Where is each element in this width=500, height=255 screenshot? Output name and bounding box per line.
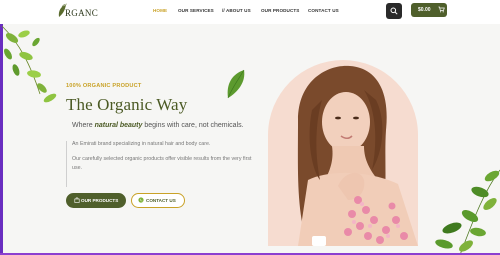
our-products-button[interactable]: OUR PRODUCTS (66, 193, 126, 208)
bag-icon (74, 197, 80, 203)
contact-us-label: CONTACT US (146, 198, 176, 203)
site-header: RGANC HOME OUR SERVICES // ABOUT US OUR … (0, 0, 500, 24)
hero-description: An Emirati brand specializing in natural… (66, 141, 252, 187)
leaves-bottom-right-decor (435, 169, 500, 255)
nav-home[interactable]: HOME (153, 8, 167, 13)
cart-icon (438, 6, 445, 13)
description-line-2: Our carefully selected organic products … (72, 156, 252, 171)
nav-our-products[interactable]: OUR PRODUCTS (261, 8, 299, 13)
contact-us-button[interactable]: CONTACT US (131, 193, 185, 208)
description-line-1: An Emirati brand specializing in natural… (72, 141, 211, 147)
hero-kicker: 100% ORGANIC PRODUCT (66, 83, 142, 89)
hero-title: The Organic Way (66, 95, 188, 114)
nav-contact-us[interactable]: CONTACT US (308, 8, 339, 13)
leaves-top-left-decor (1, 25, 57, 103)
floating-leaf-decor (227, 69, 245, 99)
phone-icon (138, 197, 144, 203)
nav-our-services[interactable]: OUR SERVICES (178, 8, 214, 13)
search-icon (390, 7, 398, 15)
our-products-label: OUR PRODUCTS (81, 198, 119, 203)
hero-section (0, 24, 500, 255)
model-portrait-image (297, 65, 418, 246)
brand-logo[interactable]: RGANC (56, 3, 102, 21)
model-photo (268, 60, 418, 246)
search-button[interactable] (386, 3, 402, 19)
tagline-prefix: Where (72, 122, 95, 129)
tagline-emphasis: natural beauty (94, 122, 143, 129)
cart-total: $0.00 (418, 7, 431, 13)
nav-about-us[interactable]: // ABOUT US (222, 8, 251, 13)
tagline-suffix: begins with care, not chemicals. (142, 122, 244, 129)
logo-text: RGANC (65, 8, 99, 18)
cart-button[interactable]: $0.00 (411, 3, 447, 17)
hero-tagline: Where natural beauty begins with care, n… (72, 122, 244, 129)
